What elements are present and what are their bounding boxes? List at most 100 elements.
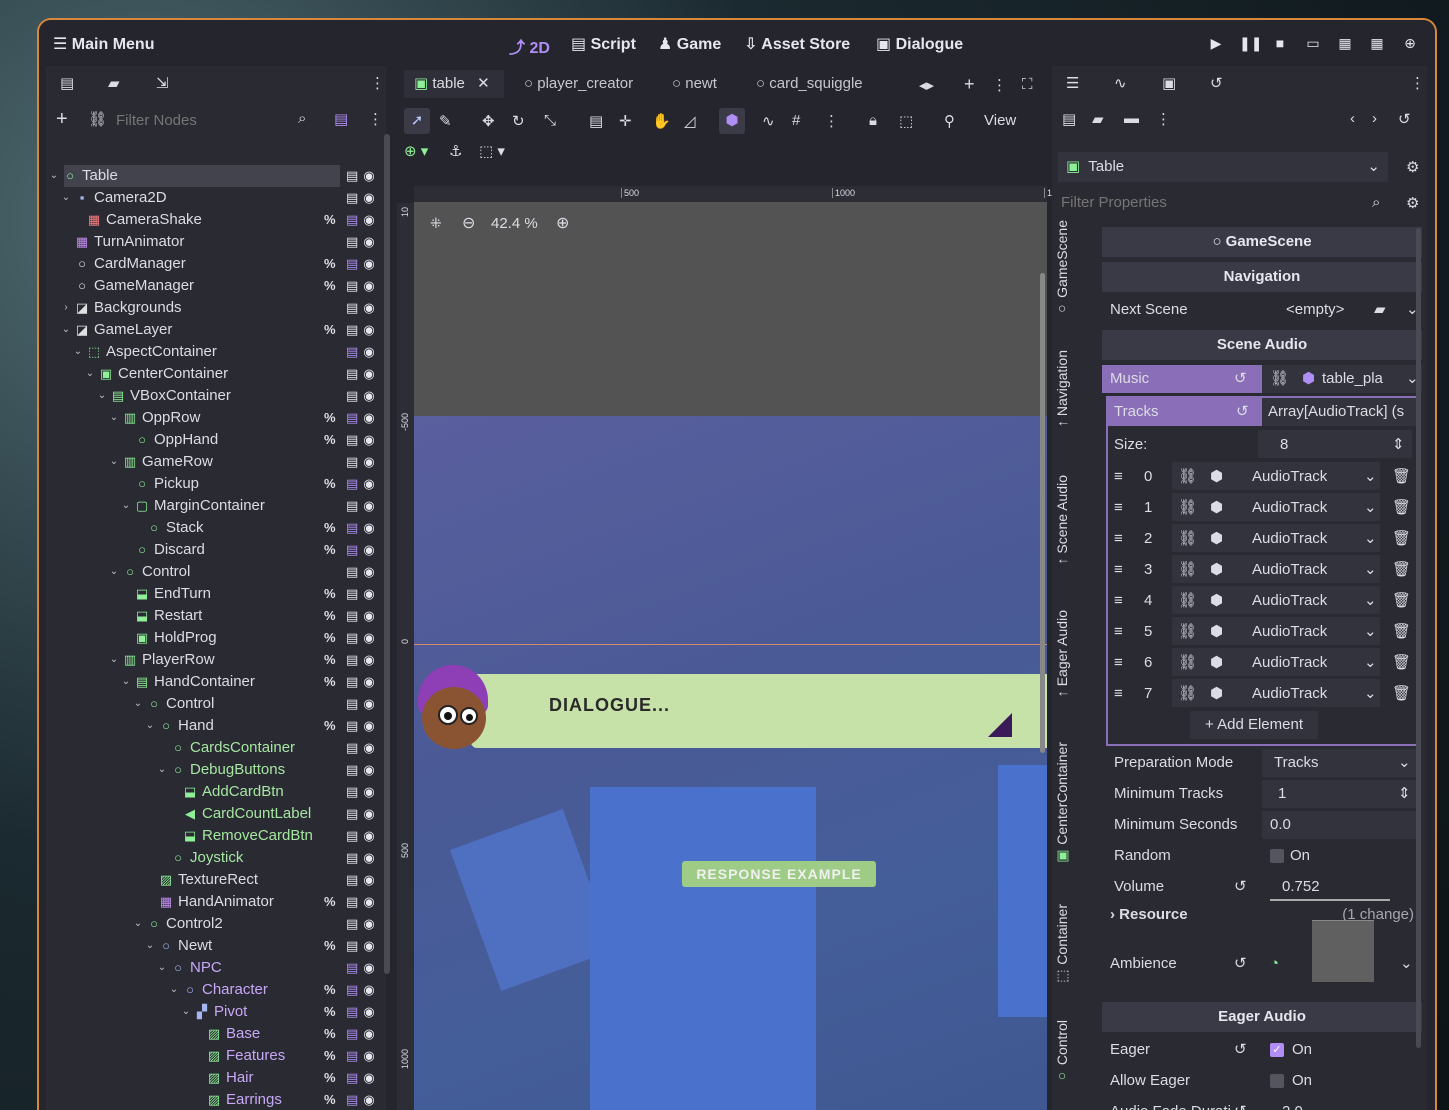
add-tab-icon[interactable]: + (964, 74, 975, 95)
unique-name-icon[interactable]: % (324, 627, 336, 649)
track-type[interactable]: AudioTrack (1252, 679, 1327, 709)
random-checkbox[interactable] (1270, 849, 1284, 863)
visibility-icon[interactable]: ◉ (361, 583, 377, 605)
chevron-down-icon[interactable]: ⌄ (108, 649, 120, 671)
pivot-tool-icon[interactable]: ✛ (619, 112, 632, 130)
groups-tab-icon[interactable]: ▣ (1162, 74, 1176, 92)
drag-handle-icon[interactable]: ≡ (1114, 524, 1123, 554)
tree-item[interactable]: ◀ CardCountLabel ▤ ◉ (46, 803, 386, 825)
chevron-down-icon[interactable]: ⌄ (1364, 555, 1377, 585)
chevron-down-icon[interactable]: ⌄ (156, 759, 168, 781)
history-forward-icon[interactable]: › (1372, 110, 1377, 127)
chevron-down-icon[interactable]: ⌄ (60, 319, 72, 341)
chevron-down-icon[interactable]: ⌄ (120, 495, 132, 517)
visibility-icon[interactable]: ◉ (361, 1089, 377, 1110)
object-history-icon[interactable]: ↺ (1398, 110, 1411, 128)
play-scene-icon[interactable]: ▦ (1336, 34, 1354, 52)
rotate-tool-icon[interactable]: ↻ (512, 112, 525, 130)
track-type[interactable]: AudioTrack (1252, 586, 1327, 616)
trash-icon[interactable]: 🗑︎ (1392, 524, 1411, 554)
unique-name-icon[interactable]: % (324, 1067, 336, 1089)
property-options-icon[interactable]: ⚙ (1406, 194, 1419, 212)
visibility-icon[interactable]: ◉ (361, 275, 377, 297)
unique-name-icon[interactable]: % (324, 649, 336, 671)
visibility-icon[interactable]: ◉ (361, 429, 377, 451)
tab-2d[interactable]: ⤴ 2D (509, 34, 550, 58)
volume-value[interactable]: 0.752 (1282, 873, 1320, 901)
script-icon[interactable]: ▤ (346, 803, 358, 825)
script-icon[interactable]: ▤ (346, 1089, 358, 1110)
layout-icon[interactable]: ⬚ ▾ (479, 142, 505, 160)
script-icon[interactable]: ▤ (346, 253, 358, 275)
tree-item[interactable]: ⌄ ○ Control2 ▤ ◉ (46, 913, 386, 935)
attach-script-icon[interactable]: ▤ (334, 110, 348, 128)
tree-item[interactable]: ▦ HandAnimator% ▤ ◉ (46, 891, 386, 913)
script-icon[interactable]: ▤ (346, 407, 358, 429)
chevron-down-icon[interactable]: ⌄ (1364, 462, 1377, 492)
stepper-icon[interactable]: ⇕ (1398, 780, 1411, 808)
resource-menu-icon[interactable]: ⋮ (1156, 110, 1171, 128)
script-icon[interactable]: ▤ (346, 1023, 358, 1045)
move-tool-icon[interactable]: ✥ (482, 112, 495, 130)
unique-name-icon[interactable]: % (324, 275, 336, 297)
visibility-icon[interactable]: ◉ (361, 869, 377, 891)
visibility-icon[interactable]: ◉ (361, 451, 377, 473)
eager-audio-header[interactable]: Eager Audio (1102, 1002, 1422, 1032)
add-anchor-icon[interactable]: ⊕ ▾ (404, 142, 428, 160)
more-tools-icon[interactable]: ⋮ (824, 112, 839, 130)
tree-item[interactable]: ○ OppHand% ▤ ◉ (46, 429, 386, 451)
tree-item[interactable]: ▨ Features% ▤ ◉ (46, 1045, 386, 1067)
tree-item[interactable]: ⬓ Restart% ▤ ◉ (46, 605, 386, 627)
chevron-down-icon[interactable]: ⌄ (156, 957, 168, 979)
chevron-down-icon[interactable]: ⌄ (1364, 617, 1377, 647)
vtab-container[interactable]: ⬚ Container (1054, 904, 1070, 985)
tree-item[interactable]: ○ Joystick ▤ ◉ (46, 847, 386, 869)
drag-handle-icon[interactable]: ≡ (1114, 617, 1123, 647)
tree-item[interactable]: ▨ Base% ▤ ◉ (46, 1023, 386, 1045)
load-resource-icon[interactable]: ▰ (1092, 110, 1104, 128)
chevron-down-icon[interactable]: ⌄ (48, 165, 60, 187)
add-element-button[interactable]: + Add Element (1190, 711, 1318, 739)
visibility-icon[interactable]: ◉ (361, 517, 377, 539)
tree-item[interactable]: ⌄ ○ DebugButtons ▤ ◉ (46, 759, 386, 781)
chevron-down-icon[interactable]: ⌄ (1364, 586, 1377, 616)
visibility-icon[interactable]: ◉ (361, 253, 377, 275)
stop-icon[interactable]: ■ (1271, 34, 1289, 52)
visibility-icon[interactable]: ◉ (361, 1023, 377, 1045)
tree-item[interactable]: ⌄ ○ Hand% ▤ ◉ (46, 715, 386, 737)
pause-icon[interactable]: ❚❚ (1239, 34, 1262, 52)
drag-handle-icon[interactable]: ≡ (1114, 493, 1123, 523)
tree-item[interactable]: ○ Discard% ▤ ◉ (46, 539, 386, 561)
chevron-down-icon[interactable]: ⌄ (84, 363, 96, 385)
visibility-icon[interactable]: ◉ (361, 913, 377, 935)
group-icon[interactable]: ⬚ (899, 112, 913, 130)
prep-mode-value[interactable]: Tracks (1274, 749, 1318, 777)
unique-name-icon[interactable]: % (324, 517, 336, 539)
script-icon[interactable]: ▤ (346, 297, 358, 319)
link-icon[interactable]: ⛓ (1270, 365, 1289, 393)
pan-tool-icon[interactable]: ✋ (652, 112, 671, 130)
signals-tab-icon[interactable]: ∿ (1114, 74, 1127, 92)
chevron-down-icon[interactable]: ⌄ (1400, 950, 1413, 978)
script-icon[interactable]: ▤ (346, 737, 358, 759)
node-selector[interactable]: ▣ Table ⌄ (1058, 152, 1388, 182)
tree-item[interactable]: ▣ HoldProg% ▤ ◉ (46, 627, 386, 649)
anchor-icon[interactable]: ⚓ (449, 142, 462, 160)
chevron-down-icon[interactable]: ⌄ (144, 715, 156, 737)
unique-name-icon[interactable]: % (324, 979, 336, 1001)
track-type[interactable]: AudioTrack (1252, 493, 1327, 523)
link-icon[interactable]: ⛓ (1178, 679, 1197, 709)
track-type[interactable]: AudioTrack (1252, 524, 1327, 554)
unique-name-icon[interactable]: % (324, 429, 336, 451)
script-icon[interactable]: ▤ (346, 627, 358, 649)
script-icon[interactable]: ▤ (346, 759, 358, 781)
select-tool-icon[interactable]: ➚ (404, 108, 430, 134)
visibility-icon[interactable]: ◉ (361, 605, 377, 627)
track-type[interactable]: AudioTrack (1252, 555, 1327, 585)
script-icon[interactable]: ▤ (346, 715, 358, 737)
chevron-down-icon[interactable]: ⌄ (1398, 749, 1411, 777)
unique-name-icon[interactable]: % (324, 1001, 336, 1023)
visibility-icon[interactable]: ◉ (361, 737, 377, 759)
stepper-icon[interactable]: ⇕ (1392, 430, 1405, 460)
script-icon[interactable]: ▤ (346, 429, 358, 451)
